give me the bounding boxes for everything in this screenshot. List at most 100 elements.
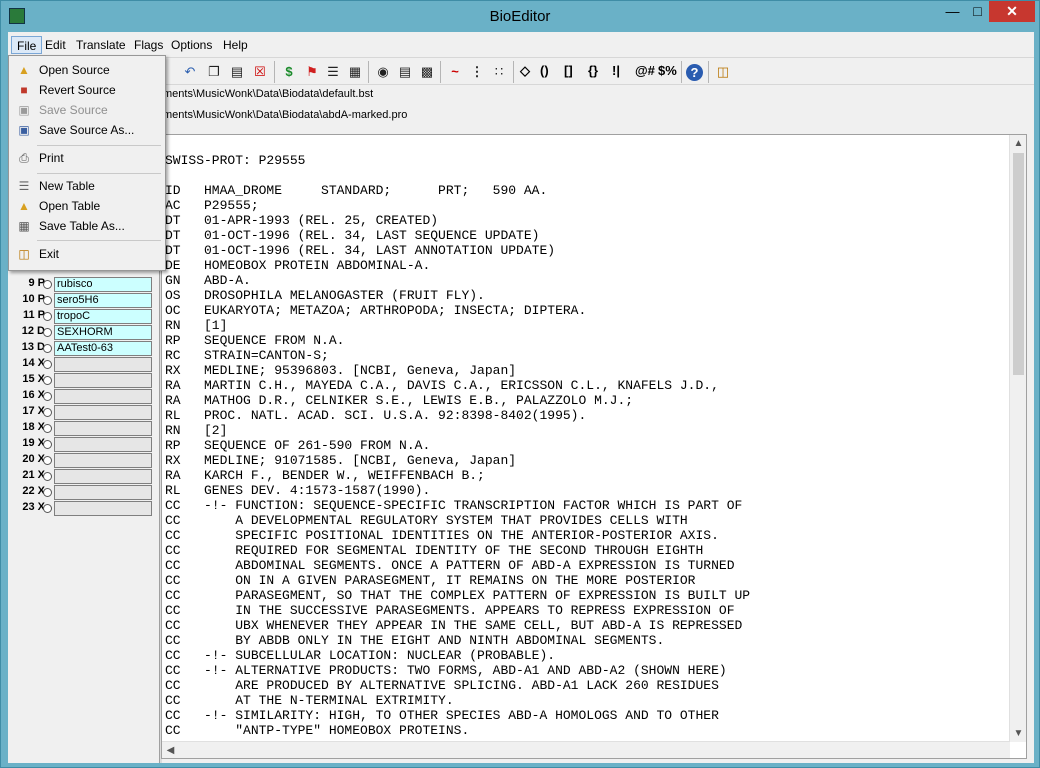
menu-save-source-as[interactable]: ▣ Save Source As... (11, 120, 163, 140)
editor-line[interactable]: CC -!- ALTERNATIVE PRODUCTS: TWO FORMS, … (165, 663, 750, 678)
row-radio[interactable] (43, 472, 52, 481)
menu-exit[interactable]: ◫ Exit (11, 244, 163, 264)
horizontal-scrollbar[interactable]: ◀ (162, 741, 1010, 758)
editor-line[interactable]: RL GENES DEV. 4:1573-1587(1990). (165, 483, 750, 498)
menu-translate[interactable]: Translate (71, 36, 131, 54)
row-name-field[interactable]: tropoC (54, 309, 152, 324)
editor-line[interactable]: CC ABDOMINAL SEGMENTS. ONCE A PATTERN OF… (165, 558, 750, 573)
table-row[interactable]: 20 X (11, 453, 156, 469)
row-radio[interactable] (43, 424, 52, 433)
flag-icon[interactable]: ⚑ (302, 62, 322, 82)
editor-line[interactable]: RA MATHOG D.R., CELNIKER S.E., LEWIS E.B… (165, 393, 750, 408)
table-row[interactable]: 19 X (11, 437, 156, 453)
editor-line[interactable]: RX MEDLINE; 95396803. [NCBI, Geneva, Jap… (165, 363, 750, 378)
menu-new-table[interactable]: ☰ New Table (11, 176, 163, 196)
editor-line[interactable]: DT 01-OCT-1996 (REL. 34, LAST ANNOTATION… (165, 243, 750, 258)
editor-line[interactable]: GN ABD-A. (165, 273, 750, 288)
row-name-field[interactable] (54, 357, 152, 372)
row-radio[interactable] (43, 280, 52, 289)
vertical-scrollbar[interactable]: ▲ ▼ (1009, 135, 1026, 742)
parentheses-button[interactable]: () (540, 63, 549, 78)
editor-line[interactable]: RP SEQUENCE FROM N.A. (165, 333, 750, 348)
editor-line[interactable]: SWISS-PROT: P29555 (165, 153, 750, 168)
editor-line[interactable]: CC ON IN A GIVEN PARASEGMENT, IT REMAINS… (165, 573, 750, 588)
table-row[interactable]: 21 X (11, 469, 156, 485)
diamond-button[interactable]: ◇ (520, 63, 530, 79)
row-radio[interactable] (43, 296, 52, 305)
undo-icon[interactable]: ↶ (180, 62, 200, 82)
menu-save-table-as[interactable]: ▦ Save Table As... (11, 216, 163, 236)
menu-revert-source[interactable]: ■ Revert Source (11, 80, 163, 100)
close-button[interactable]: ✕ (989, 1, 1035, 22)
row-name-field[interactable] (54, 485, 152, 500)
row-radio[interactable] (43, 360, 52, 369)
editor-text[interactable]: SWISS-PROT: P29555 ID HMAA_DROME STANDAR… (165, 153, 750, 738)
document-icon[interactable]: ▤ (395, 62, 415, 82)
editor-line[interactable]: CC ARE PRODUCED BY ALTERNATIVE SPLICING.… (165, 678, 750, 693)
row-name-field[interactable] (54, 453, 152, 468)
row-name-field[interactable]: SEXHORM (54, 325, 152, 340)
trash-icon[interactable]: ▩ (417, 62, 437, 82)
colon-icon[interactable]: ⋮ (467, 62, 487, 82)
row-name-field[interactable] (54, 469, 152, 484)
editor-line[interactable]: OS DROSOPHILA MELANOGASTER (FRUIT FLY). (165, 288, 750, 303)
copy-icon[interactable]: ❐ (204, 62, 224, 82)
exclaim-bar-button[interactable]: !| (612, 63, 620, 78)
menu-open-table[interactable]: ▲ Open Table (11, 196, 163, 216)
dollar-percent-button[interactable]: $% (658, 63, 677, 78)
row-name-field[interactable] (54, 405, 152, 420)
row-radio[interactable] (43, 504, 52, 513)
row-radio[interactable] (43, 456, 52, 465)
editor-line[interactable]: CC BY ABDB ONLY IN THE EIGHT AND NINTH A… (165, 633, 750, 648)
row-radio[interactable] (43, 328, 52, 337)
row-name-field[interactable] (54, 373, 152, 388)
editor-line[interactable]: RA KARCH F., BENDER W., WEIFFENBACH B.; (165, 468, 750, 483)
row-radio[interactable] (43, 344, 52, 353)
editor-line[interactable] (165, 168, 750, 183)
at-hash-button[interactable]: @# (635, 63, 655, 78)
table-row[interactable]: 12 D SEXHORM (11, 325, 156, 341)
binoculars-icon[interactable]: ◉ (373, 62, 393, 82)
table-row[interactable]: 14 X (11, 357, 156, 373)
menu-help[interactable]: Help (218, 36, 253, 54)
row-name-field[interactable]: AATest0-63 (54, 341, 152, 356)
editor-line[interactable]: DT 01-APR-1993 (REL. 25, CREATED) (165, 213, 750, 228)
editor-line[interactable]: CC A DEVELOPMENTAL REGULATORY SYSTEM THA… (165, 513, 750, 528)
editor-line[interactable]: CC IN THE SUCCESSIVE PARASEGMENTS. APPEA… (165, 603, 750, 618)
paste-icon[interactable]: ▤ (227, 62, 247, 82)
minimize-button[interactable]: — (939, 1, 966, 22)
editor-line[interactable]: RN [1] (165, 318, 750, 333)
table-icon[interactable]: ▦ (345, 62, 365, 82)
editor-line[interactable]: CC UBX WHENEVER THEY APPEAR IN THE SAME … (165, 618, 750, 633)
editor-line[interactable]: RL PROC. NATL. ACAD. SCI. U.S.A. 92:8398… (165, 408, 750, 423)
scroll-up-arrow-icon[interactable]: ▲ (1010, 135, 1026, 152)
tilde-icon[interactable]: ~ (445, 62, 465, 82)
row-name-field[interactable] (54, 421, 152, 436)
row-radio[interactable] (43, 408, 52, 417)
editor-line[interactable]: CC "ANTP-TYPE" HOMEOBOX PROTEINS. (165, 723, 750, 738)
editor-line[interactable]: RN [2] (165, 423, 750, 438)
editor-line[interactable]: CC -!- SUBCELLULAR LOCATION: NUCLEAR (PR… (165, 648, 750, 663)
exit-door-icon[interactable]: ◫ (713, 62, 733, 82)
editor-line[interactable]: CC REQUIRED FOR SEGMENTAL IDENTITY OF TH… (165, 543, 750, 558)
scroll-thumb[interactable] (1013, 153, 1024, 375)
row-name-field[interactable]: rubisco (54, 277, 152, 292)
menu-print[interactable]: ⎙ Print (11, 148, 163, 168)
menu-edit[interactable]: Edit (40, 36, 71, 54)
menu-open-source[interactable]: ▲ Open Source (11, 60, 163, 80)
editor-line[interactable]: CC PARASEGMENT, SO THAT THE COMPLEX PATT… (165, 588, 750, 603)
menu-save-source[interactable]: ▣ Save Source (11, 100, 163, 120)
brackets-button[interactable]: [] (564, 63, 573, 78)
table-row[interactable]: 17 X (11, 405, 156, 421)
delete-icon[interactable]: ☒ (250, 62, 270, 82)
table-row[interactable]: 16 X (11, 389, 156, 405)
table-row[interactable]: 22 X (11, 485, 156, 501)
editor-line[interactable]: DE HOMEOBOX PROTEIN ABDOMINAL-A. (165, 258, 750, 273)
row-name-field[interactable] (54, 389, 152, 404)
menu-flags[interactable]: Flags (129, 36, 168, 54)
editor-line[interactable]: CC -!- SIMILARITY: HIGH, TO OTHER SPECIE… (165, 708, 750, 723)
editor-line[interactable]: RA MARTIN C.H., MAYEDA C.A., DAVIS C.A.,… (165, 378, 750, 393)
editor-line[interactable]: DT 01-OCT-1996 (REL. 34, LAST SEQUENCE U… (165, 228, 750, 243)
row-name-field[interactable] (54, 501, 152, 516)
editor-line[interactable]: RC STRAIN=CANTON-S; (165, 348, 750, 363)
